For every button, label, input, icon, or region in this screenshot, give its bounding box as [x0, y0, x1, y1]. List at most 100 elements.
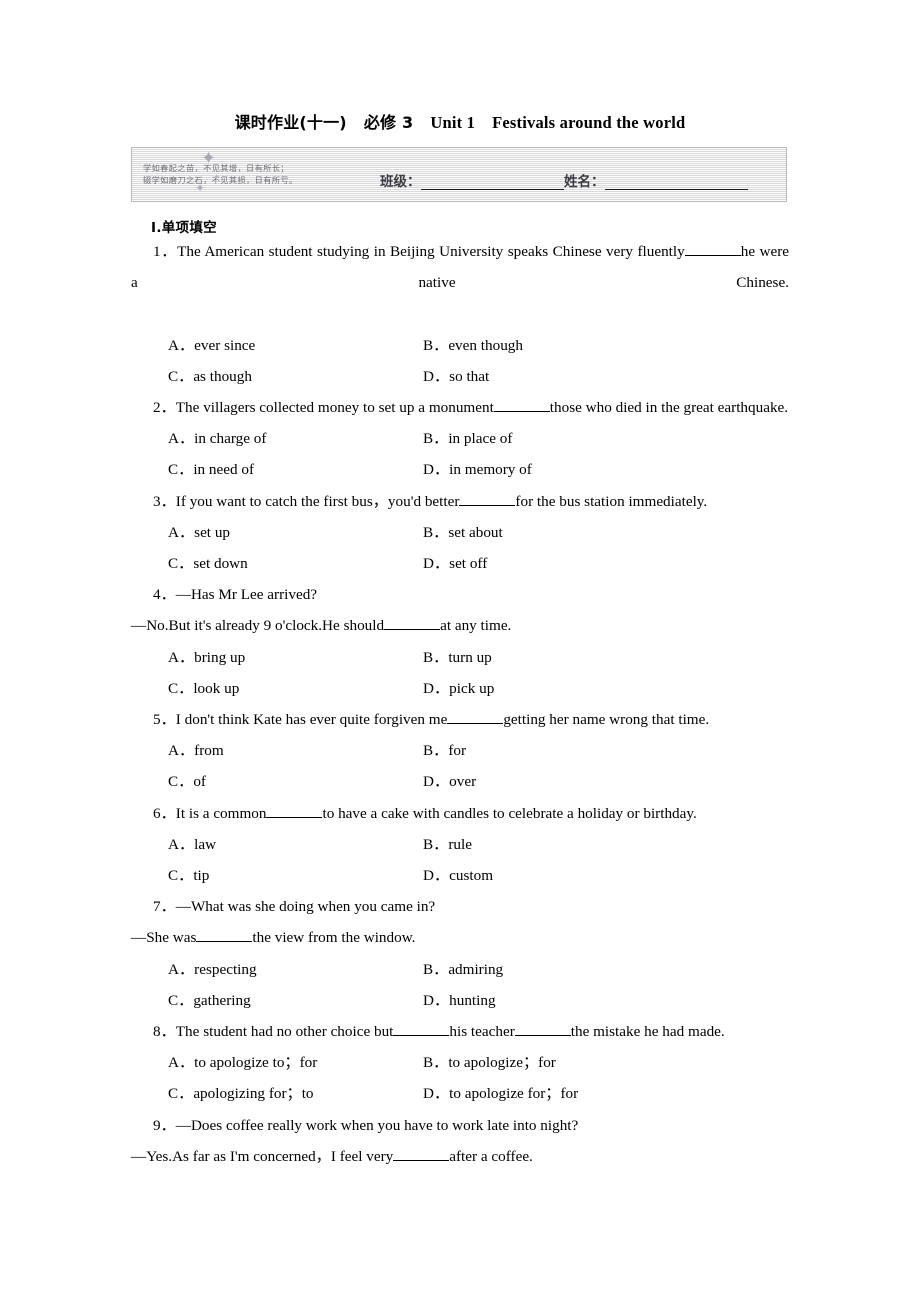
- name-field[interactable]: 姓名：: [564, 170, 748, 190]
- question-8-options-row-1: A．to apologize to；for B．to apologize；for: [131, 1047, 789, 1078]
- question-4-dialog-before: —No.But it's already 9 o'clock.He should: [131, 617, 385, 635]
- question-4-blank[interactable]: [384, 615, 441, 631]
- question-4-dialog-after: at any time.: [440, 617, 512, 635]
- question-8-stem-after: the mistake he had made.: [570, 1023, 725, 1041]
- question-3-option-b[interactable]: B．set about: [423, 517, 503, 548]
- name-input-line[interactable]: [604, 176, 748, 190]
- question-2-number: 2．: [153, 399, 176, 417]
- question-7-option-b[interactable]: B．admiring: [423, 954, 503, 985]
- question-4-option-b[interactable]: B．turn up: [423, 642, 492, 673]
- question-8-option-c[interactable]: C．apologizing for；to: [131, 1078, 423, 1109]
- question-3-stem-before: If you want to catch the first bus，you'd…: [175, 492, 460, 510]
- question-7-blank[interactable]: [196, 927, 253, 943]
- question-5-option-b[interactable]: B．for: [423, 735, 466, 766]
- question-3-blank[interactable]: [459, 491, 516, 506]
- question-5-option-d[interactable]: D．over: [423, 766, 476, 797]
- question-5-stem-before: I don't think Kate has ever quite forgiv…: [175, 711, 448, 729]
- question-4-dialog-line-1: —Has Mr Lee arrived?: [175, 586, 318, 604]
- question-1-blank[interactable]: [684, 241, 741, 256]
- question-4-number: 4．: [153, 586, 176, 604]
- worksheet-page: 课时作业(十一) 必修 3 Unit 1 Festivals around the w…: [0, 0, 920, 1302]
- question-7-dialog-before: —She was: [131, 929, 197, 947]
- name-label: 姓名：: [564, 174, 605, 190]
- question-1-stem-before: The American student studying in Beijing…: [177, 243, 685, 260]
- question-8-option-d[interactable]: D．to apologize for；for: [423, 1078, 578, 1109]
- question-2-option-b[interactable]: B．in place of: [423, 423, 512, 454]
- question-4-option-a[interactable]: A．bring up: [131, 642, 423, 673]
- question-1-option-c[interactable]: C．as though: [131, 361, 423, 392]
- question-5-options-row-1: A．from B．for: [131, 735, 789, 766]
- question-8-number: 8．: [153, 1023, 176, 1041]
- class-input-line[interactable]: [420, 176, 564, 190]
- question-3-option-a[interactable]: A．set up: [131, 517, 423, 548]
- question-4-option-d[interactable]: D．pick up: [423, 673, 494, 704]
- question-6-blank[interactable]: [266, 803, 323, 818]
- question-5-option-a[interactable]: A．from: [131, 735, 423, 766]
- question-6-option-b[interactable]: B．rule: [423, 829, 472, 860]
- question-2-stem-before: The villagers collected money to set up …: [175, 399, 494, 417]
- title-topic: Festivals around the world: [492, 113, 686, 132]
- question-9-blank[interactable]: [393, 1146, 450, 1161]
- question-7: 7．—What was she doing when you came in?: [131, 891, 789, 922]
- question-1-option-d[interactable]: D．so that: [423, 361, 489, 392]
- question-2-option-c[interactable]: C．in need of: [131, 454, 423, 485]
- question-2: 2．The villagers collected money to set u…: [131, 392, 789, 423]
- question-6-option-d[interactable]: D．custom: [423, 860, 493, 891]
- question-9-dialog-line-2: —Yes.As far as I'm concerned，I feel very…: [131, 1141, 789, 1172]
- class-label: 班级：: [380, 174, 421, 190]
- student-info-box: 学如春起之苗，不见其增，日有所长； 辍学如磨刀之石，不见其损，日有所亏。 ✦ ✦…: [131, 147, 787, 202]
- question-3: 3．If you want to catch the first bus，you…: [131, 486, 789, 517]
- question-1-options-row-2: C．as though D．so that: [131, 361, 789, 392]
- question-4-options-row-1: A．bring up B．turn up: [131, 642, 789, 673]
- section-heading: Ⅰ.单项填空: [151, 220, 217, 236]
- question-3-number: 3．: [153, 492, 176, 510]
- question-6-number: 6．: [153, 804, 176, 822]
- question-2-options-row-2: C．in need of D．in memory of: [131, 454, 789, 485]
- question-2-option-d[interactable]: D．in memory of: [423, 454, 532, 485]
- question-1-option-a[interactable]: A．ever since: [131, 330, 423, 361]
- question-7-options-row-1: A．respecting B．admiring: [131, 954, 789, 985]
- question-2-blank[interactable]: [493, 397, 550, 413]
- question-7-option-d[interactable]: D．hunting: [423, 985, 496, 1016]
- question-7-dialog-line-1: —What was she doing when you came in?: [175, 898, 436, 916]
- question-8-stem-before: The student had no other choice but: [175, 1023, 394, 1041]
- question-6-option-a[interactable]: A．law: [131, 829, 423, 860]
- question-5-option-c[interactable]: C．of: [131, 766, 423, 797]
- question-3-option-c[interactable]: C．set down: [131, 548, 423, 579]
- question-2-stem-after: those who died in the great earthquake.: [549, 399, 789, 417]
- class-field[interactable]: 班级：: [380, 170, 564, 190]
- question-1-option-b[interactable]: B．even though: [423, 330, 523, 361]
- question-2-option-a[interactable]: A．in charge of: [131, 423, 423, 454]
- question-7-option-a[interactable]: A．respecting: [131, 954, 423, 985]
- question-9: 9．—Does coffee really work when you have…: [131, 1110, 789, 1141]
- question-8-option-a[interactable]: A．to apologize to；for: [131, 1047, 423, 1078]
- question-5-blank[interactable]: [447, 709, 504, 725]
- question-6-option-c[interactable]: C．tip: [131, 860, 423, 891]
- question-3-option-d[interactable]: D．set off: [423, 548, 487, 579]
- question-8-blank-2[interactable]: [514, 1021, 571, 1037]
- question-6-stem-before: It is a common: [175, 804, 267, 822]
- question-8-option-b[interactable]: B．to apologize；for: [423, 1047, 556, 1078]
- question-6-stem-after: to have a cake with candles to celebrate…: [322, 804, 697, 822]
- motto-line-2: 辍学如磨刀之石，不见其损，日有所亏。: [143, 174, 298, 185]
- question-9-dialog-before: —Yes.As far as I'm concerned，I feel very: [131, 1147, 394, 1165]
- question-3-options-row-2: C．set down D．set off: [131, 548, 789, 579]
- question-5-stem-after: getting her name wrong that time.: [503, 711, 710, 729]
- question-9-dialog-after: after a coffee.: [449, 1147, 533, 1165]
- question-4-option-c[interactable]: C．look up: [131, 673, 423, 704]
- title-chinese: 课时作业(十一): [234, 113, 347, 132]
- question-1-options-row-1: A．ever since B．even though: [131, 330, 789, 361]
- question-4-options-row-2: C．look up D．pick up: [131, 673, 789, 704]
- question-6-options-row-1: A．law B．rule: [131, 829, 789, 860]
- question-8-blank-1[interactable]: [393, 1021, 450, 1037]
- question-7-dialog-after: the view from the window.: [252, 929, 416, 947]
- question-3-stem-after: for the bus station immediately.: [515, 492, 708, 510]
- question-8-stem-mid: his teacher: [449, 1023, 515, 1041]
- question-2-options-row-1: A．in charge of B．in place of: [131, 423, 789, 454]
- page-title: 课时作业(十一) 必修 3 Unit 1 Festivals around the w…: [131, 0, 789, 133]
- question-8-options-row-2: C．apologizing for；to D．to apologize for；…: [131, 1078, 789, 1109]
- question-7-number: 7．: [153, 898, 176, 916]
- question-7-options-row-2: C．gathering D．hunting: [131, 985, 789, 1016]
- question-7-option-c[interactable]: C．gathering: [131, 985, 423, 1016]
- question-1-number: 1．: [153, 243, 178, 260]
